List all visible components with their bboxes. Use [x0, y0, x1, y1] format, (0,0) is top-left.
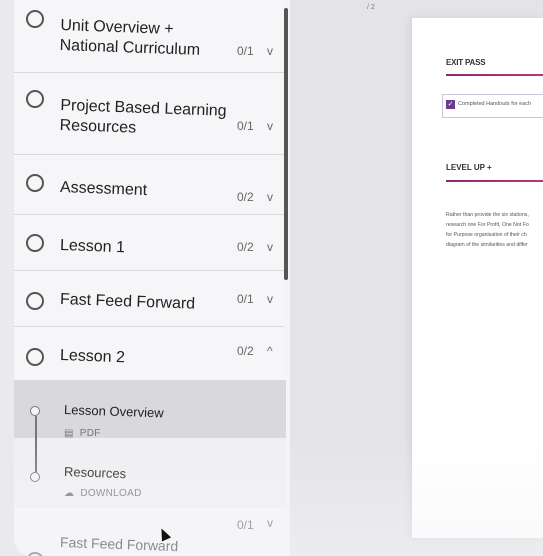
subitem-title: Resources: [63, 464, 127, 482]
heading-rule: [446, 180, 543, 182]
subitem-type: ☁ DOWNLOAD: [64, 488, 142, 499]
section-title: Fast Feed Forward: [59, 291, 196, 313]
section-title: Lesson 1: [59, 237, 126, 257]
section-count: 0/2: [237, 344, 254, 358]
course-sidebar: Unit Overview + National Curriculum 0/1 …: [14, 0, 286, 556]
section-title: Assessment: [59, 179, 148, 200]
exit-pass-heading: EXIT PASS: [446, 58, 486, 67]
section-count: 0/1: [237, 518, 254, 532]
section-title: Project Based Learning Resources: [59, 97, 227, 137]
section-count: 0/1: [237, 119, 254, 133]
chevron-down-icon[interactable]: v: [267, 119, 273, 133]
section-lesson-1[interactable]: Lesson 1 0/2 v: [14, 214, 284, 271]
chevron-up-icon[interactable]: ^: [267, 344, 273, 358]
incomplete-circle-icon: [26, 348, 44, 366]
subitem-lesson-overview[interactable]: Lesson Overview ▤ PDF: [14, 380, 286, 439]
heading-rule: [446, 74, 543, 76]
section-count: 0/1: [237, 292, 254, 306]
level-up-heading: LEVEL UP +: [446, 163, 492, 172]
chevron-down-icon[interactable]: v: [267, 292, 273, 306]
section-count: 0/2: [237, 240, 254, 254]
section-title: Unit Overview + National Curriculum: [59, 17, 201, 59]
download-cloud-icon: ☁: [64, 488, 75, 499]
chevron-down-icon[interactable]: v: [267, 240, 273, 254]
incomplete-circle-icon: [26, 292, 44, 310]
section-fast-feed-forward[interactable]: Fast Feed Forward 0/1 v: [14, 270, 284, 327]
chevron-down-icon[interactable]: v: [267, 190, 273, 204]
incomplete-circle-icon: [26, 174, 44, 192]
progress-dot-icon: [30, 472, 40, 482]
chevron-down-icon[interactable]: v: [267, 516, 273, 530]
app-frame: Unit Overview + National Curriculum 0/1 …: [14, 0, 543, 556]
progress-line: [35, 416, 37, 438]
incomplete-circle-icon: [26, 234, 44, 252]
subitem-title: Lesson Overview: [63, 402, 164, 421]
document-page: EXIT PASS ✓ Completed Handouts for each …: [412, 18, 543, 538]
section-assessment[interactable]: Assessment 0/2 v: [14, 154, 284, 215]
sidebar-scrollbar[interactable]: [284, 8, 288, 280]
progress-dot-icon: [30, 406, 40, 416]
incomplete-circle-icon: [26, 552, 44, 556]
section-count: 0/2: [237, 190, 254, 204]
section-title: Lesson 2: [59, 347, 126, 367]
level-up-paragraph: Rather than provide the six stations, re…: [446, 212, 529, 248]
section-unit-overview[interactable]: Unit Overview + National Curriculum 0/1 …: [14, 0, 284, 73]
section-fast-feed-forward-2[interactable]: Fast Feed Forward 0/1 v: [14, 508, 284, 556]
incomplete-circle-icon: [26, 90, 44, 108]
section-pbl-resources[interactable]: Project Based Learning Resources 0/1 v: [14, 72, 284, 155]
incomplete-circle-icon: [26, 10, 44, 28]
page-indicator: / 2: [367, 4, 375, 11]
checkbox-label: Completed Handouts for each: [458, 101, 532, 107]
checkbox-checked-icon[interactable]: ✓: [446, 100, 455, 109]
progress-line: [35, 438, 37, 472]
subitem-resources[interactable]: Resources ☁ DOWNLOAD: [14, 438, 286, 508]
chevron-down-icon[interactable]: v: [267, 44, 273, 58]
section-count: 0/1: [237, 44, 254, 58]
